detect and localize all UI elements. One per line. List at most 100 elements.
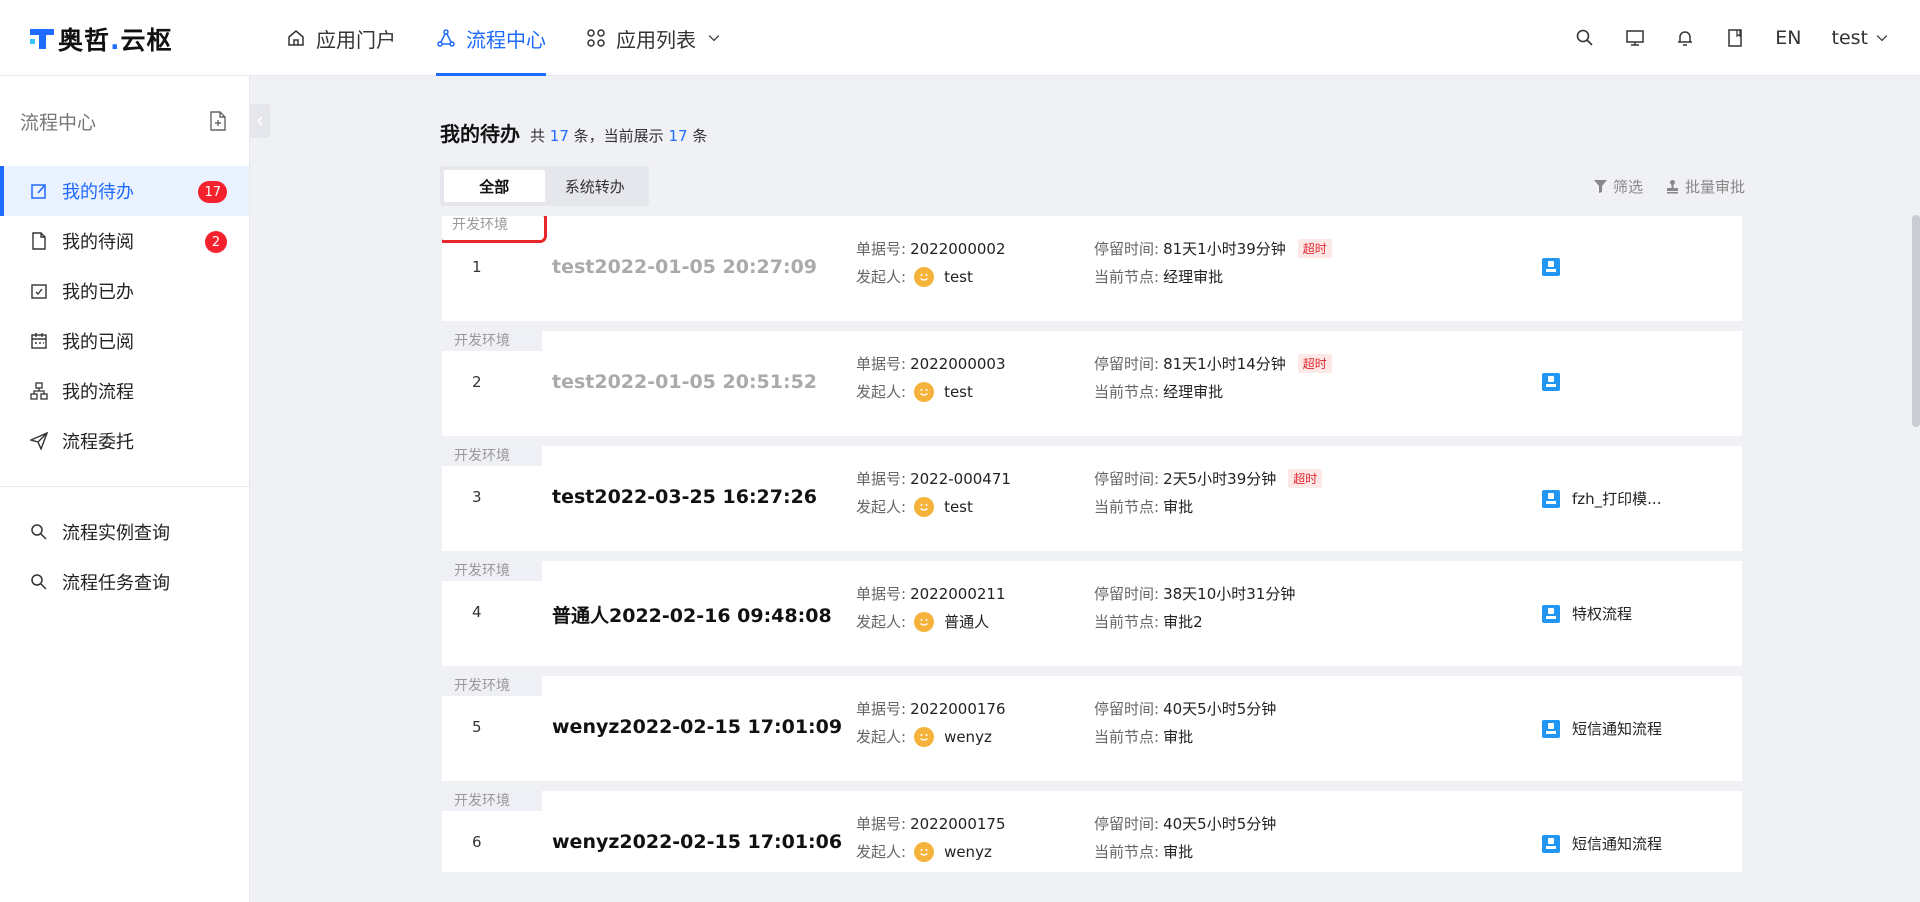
env-tag: 开发环境 xyxy=(442,446,542,466)
user-menu[interactable]: test xyxy=(1832,27,1891,49)
task-card[interactable]: 开发环境 6 wenyz2022-02-15 17:01:06 单据号: 2022… xyxy=(442,791,1742,872)
doc-number-field: 单据号: 2022000002 xyxy=(856,239,1006,259)
task-index: 4 xyxy=(472,603,482,621)
app-link[interactable]: fzh_打印模... xyxy=(1542,488,1661,509)
tab-system-transfer[interactable]: 系统转办 xyxy=(545,170,646,202)
search-icon xyxy=(31,524,47,540)
filter-button[interactable]: 筛选 xyxy=(1593,176,1643,197)
task-card[interactable]: 开发环境 5 wenyz2022-02-15 17:01:09 单据号: 2022… xyxy=(442,676,1742,781)
env-tag: 开发环境 xyxy=(442,331,542,351)
sidebar-item-my-todo[interactable]: 我的待办 17 xyxy=(0,166,249,216)
smile-avatar-icon xyxy=(914,381,935,402)
stay-time-field: 停留时间: 81天1小时14分钟 超时 xyxy=(1094,353,1332,374)
app-form-icon xyxy=(1542,834,1560,853)
chevron-down-icon xyxy=(1876,35,1888,42)
task-card[interactable]: 开发环境 2 test2022-01-05 20:51:52 单据号: 20220… xyxy=(442,331,1742,436)
task-title[interactable]: test2022-01-05 20:27:09 xyxy=(552,256,817,278)
stay-time-field: 停留时间: 2天5小时39分钟 超时 xyxy=(1094,468,1323,489)
sidebar-collapse-button[interactable] xyxy=(250,104,270,138)
app-form-icon xyxy=(1542,719,1560,738)
brand-name: 奥哲.云枢 xyxy=(58,26,173,55)
initiator-field: 发起人: test xyxy=(856,496,973,517)
batch-approve-button[interactable]: 批量审批 xyxy=(1665,176,1745,197)
nav-app-portal[interactable]: 应用门户 xyxy=(286,0,396,76)
page-count: 共 17 条，当前展示 17 条 xyxy=(530,127,708,145)
smile-avatar-icon xyxy=(914,496,935,517)
task-card[interactable]: 开发环境 3 test2022-03-25 16:27:26 单据号: 2022-… xyxy=(442,446,1742,551)
filter-tabs: 全部 系统转办 xyxy=(440,166,649,206)
initiator-field: 发起人: 普通人 xyxy=(856,611,990,632)
nav-process-center[interactable]: 流程中心 xyxy=(436,0,546,76)
overtime-tag: 超时 xyxy=(1288,469,1323,488)
app-form-icon xyxy=(1542,489,1560,508)
app-link[interactable]: 短信通知流程 xyxy=(1542,833,1662,854)
stay-time-field: 停留时间: 40天5小时5分钟 xyxy=(1094,815,1277,833)
task-title[interactable]: 普通人2022-02-16 09:48:08 xyxy=(552,601,832,628)
task-card[interactable]: 开发环境 4 普通人2022-02-16 09:48:08 单据号: 202200… xyxy=(442,561,1742,666)
smile-avatar-icon xyxy=(914,611,935,632)
sidebar-item-my-process[interactable]: 我的流程 xyxy=(0,366,249,416)
app-form-icon xyxy=(1542,258,1560,276)
hierarchy-icon xyxy=(30,382,48,400)
sidebar-item-instance-query[interactable]: 流程实例查询 xyxy=(0,507,249,557)
task-title[interactable]: test2022-01-05 20:51:52 xyxy=(552,371,817,393)
initiator-field: 发起人: wenyz xyxy=(856,726,992,747)
smile-avatar-icon xyxy=(914,841,935,862)
stay-time-field: 停留时间: 40天5小时5分钟 xyxy=(1094,700,1277,718)
new-document-icon[interactable] xyxy=(207,110,229,132)
task-index: 3 xyxy=(472,488,482,506)
sidebar-item-my-toread[interactable]: 我的待阅 2 xyxy=(0,216,249,266)
list-actions: 筛选 批量审批 xyxy=(1593,176,1745,197)
current-node-field: 当前节点: 审批2 xyxy=(1094,613,1203,631)
initiator-field: 发起人: test xyxy=(856,266,973,287)
monitor-icon[interactable] xyxy=(1625,28,1645,48)
brand-logo[interactable]: 奥哲.云枢 xyxy=(30,24,173,55)
env-tag: 开发环境 xyxy=(442,791,542,811)
overtime-tag: 超时 xyxy=(1297,239,1332,258)
search-icon[interactable] xyxy=(1575,28,1595,48)
doc-number-field: 单据号: 2022000176 xyxy=(856,699,1006,719)
bell-icon[interactable] xyxy=(1675,28,1695,48)
sidebar-item-my-done[interactable]: 我的已办 xyxy=(0,266,249,316)
task-list: 开发环境 1 test2022-01-05 20:27:09 单据号: 20220… xyxy=(442,216,1742,872)
language-switch[interactable]: EN xyxy=(1775,27,1801,49)
send-icon xyxy=(30,432,48,450)
edit-icon xyxy=(31,184,46,199)
env-tag: 开发环境 xyxy=(442,561,542,581)
initiator-field: 发起人: wenyz xyxy=(856,841,992,862)
filter-icon xyxy=(1593,180,1607,193)
app-form-icon xyxy=(1542,373,1560,391)
sidebar-header: 流程中心 xyxy=(0,76,249,166)
overtime-tag: 超时 xyxy=(1297,354,1332,373)
page-scrollbar[interactable] xyxy=(1912,215,1920,427)
toread-count-badge: 2 xyxy=(205,231,227,253)
initiator-field: 发起人: test xyxy=(856,381,973,402)
current-node-field: 当前节点: 审批 xyxy=(1094,843,1194,861)
doc-number-field: 单据号: 2022000175 xyxy=(856,814,1006,834)
sidebar-item-task-query[interactable]: 流程任务查询 xyxy=(0,557,249,607)
stay-time-field: 停留时间: 38天10小时31分钟 xyxy=(1094,585,1296,603)
main-nav: 应用门户 流程中心 应用列表 xyxy=(286,0,762,76)
task-title[interactable]: test2022-03-25 16:27:26 xyxy=(552,486,817,508)
top-bar: 奥哲.云枢 应用门户 流程中心 应用列表 EN test xyxy=(0,0,1920,76)
sidebar-item-my-read[interactable]: 我的已阅 xyxy=(0,316,249,366)
tab-all[interactable]: 全部 xyxy=(444,170,545,202)
task-title[interactable]: wenyz2022-02-15 17:01:06 xyxy=(552,831,842,853)
doc-number-field: 单据号: 2022000211 xyxy=(856,584,1006,604)
app-link[interactable] xyxy=(1542,373,1572,391)
current-node-field: 当前节点: 审批 xyxy=(1094,498,1194,516)
task-title[interactable]: wenyz2022-02-15 17:01:09 xyxy=(552,716,842,738)
top-tools: EN test xyxy=(1575,0,1890,76)
nav-app-list[interactable]: 应用列表 xyxy=(586,0,722,76)
doc-number-field: 单据号: 2022000003 xyxy=(856,354,1006,374)
book-icon[interactable] xyxy=(1725,28,1745,48)
current-node-field: 当前节点: 经理审批 xyxy=(1094,268,1224,286)
app-link[interactable]: 短信通知流程 xyxy=(1542,718,1662,739)
task-index: 5 xyxy=(472,718,482,736)
process-icon xyxy=(437,29,455,47)
task-card[interactable]: 开发环境 1 test2022-01-05 20:27:09 单据号: 20220… xyxy=(442,216,1742,321)
sidebar-item-delegation[interactable]: 流程委托 xyxy=(0,416,249,466)
calendar-icon xyxy=(31,333,47,349)
app-link[interactable]: 特权流程 xyxy=(1542,603,1632,624)
app-link[interactable] xyxy=(1542,258,1572,276)
